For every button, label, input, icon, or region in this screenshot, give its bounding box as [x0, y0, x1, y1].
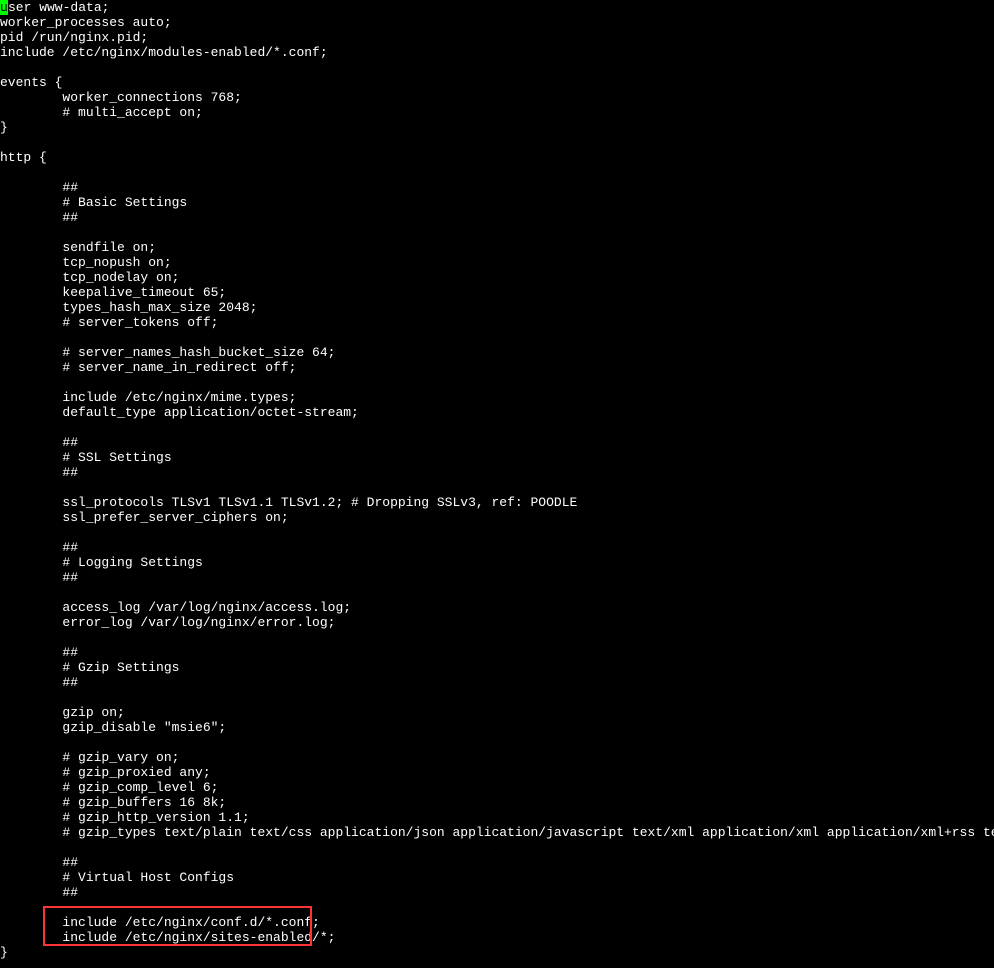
code-line [0, 585, 994, 600]
code-line [0, 735, 994, 750]
editor-cursor: u [0, 0, 8, 15]
code-line: # Gzip Settings [0, 660, 994, 675]
code-line: # gzip_http_version 1.1; [0, 810, 994, 825]
code-line: include /etc/nginx/mime.types; [0, 390, 994, 405]
code-line: keepalive_timeout 65; [0, 285, 994, 300]
code-line: ## [0, 855, 994, 870]
code-line: ## [0, 540, 994, 555]
code-line: http { [0, 150, 994, 165]
code-line: ## [0, 885, 994, 900]
code-line [0, 330, 994, 345]
code-line [0, 525, 994, 540]
code-line [0, 630, 994, 645]
code-line: # server_tokens off; [0, 315, 994, 330]
code-line: include /etc/nginx/conf.d/*.conf; [0, 915, 994, 930]
code-line [0, 900, 994, 915]
code-line: gzip on; [0, 705, 994, 720]
code-line [0, 480, 994, 495]
code-line: ## [0, 210, 994, 225]
code-line: default_type application/octet-stream; [0, 405, 994, 420]
code-line: # Virtual Host Configs [0, 870, 994, 885]
text-editor-view[interactable]: user www-data;worker_processes auto;pid … [0, 0, 994, 960]
code-line: # server_names_hash_bucket_size 64; [0, 345, 994, 360]
code-line: # gzip_proxied any; [0, 765, 994, 780]
code-line: ssl_prefer_server_ciphers on; [0, 510, 994, 525]
code-line: ## [0, 645, 994, 660]
code-line: tcp_nopush on; [0, 255, 994, 270]
code-line: # SSL Settings [0, 450, 994, 465]
code-line: # gzip_comp_level 6; [0, 780, 994, 795]
code-line: # server_name_in_redirect off; [0, 360, 994, 375]
code-line: error_log /var/log/nginx/error.log; [0, 615, 994, 630]
code-line [0, 225, 994, 240]
code-line: ## [0, 465, 994, 480]
code-line [0, 690, 994, 705]
code-line [0, 840, 994, 855]
code-line: # multi_accept on; [0, 105, 994, 120]
code-line: # gzip_types text/plain text/css applica… [0, 825, 994, 840]
code-line: # gzip_vary on; [0, 750, 994, 765]
code-line: worker_connections 768; [0, 90, 994, 105]
code-line: # Basic Settings [0, 195, 994, 210]
code-line: ssl_protocols TLSv1 TLSv1.1 TLSv1.2; # D… [0, 495, 994, 510]
code-line: access_log /var/log/nginx/access.log; [0, 600, 994, 615]
code-line: types_hash_max_size 2048; [0, 300, 994, 315]
code-line: include /etc/nginx/sites-enabled/*; [0, 930, 994, 945]
code-line: tcp_nodelay on; [0, 270, 994, 285]
code-line: # gzip_buffers 16 8k; [0, 795, 994, 810]
code-line [0, 60, 994, 75]
code-line [0, 135, 994, 150]
code-line: ## [0, 570, 994, 585]
code-line [0, 375, 994, 390]
code-line: ## [0, 180, 994, 195]
code-line: gzip_disable "msie6"; [0, 720, 994, 735]
code-line: worker_processes auto; [0, 15, 994, 30]
code-line: pid /run/nginx.pid; [0, 30, 994, 45]
code-line: } [0, 945, 994, 960]
code-line: ## [0, 435, 994, 450]
code-line: events { [0, 75, 994, 90]
code-line [0, 165, 994, 180]
code-line: include /etc/nginx/modules-enabled/*.con… [0, 45, 994, 60]
code-line: # Logging Settings [0, 555, 994, 570]
code-line: } [0, 120, 994, 135]
code-line: sendfile on; [0, 240, 994, 255]
code-line [0, 420, 994, 435]
code-line: ## [0, 675, 994, 690]
code-line: user www-data; [0, 0, 994, 15]
